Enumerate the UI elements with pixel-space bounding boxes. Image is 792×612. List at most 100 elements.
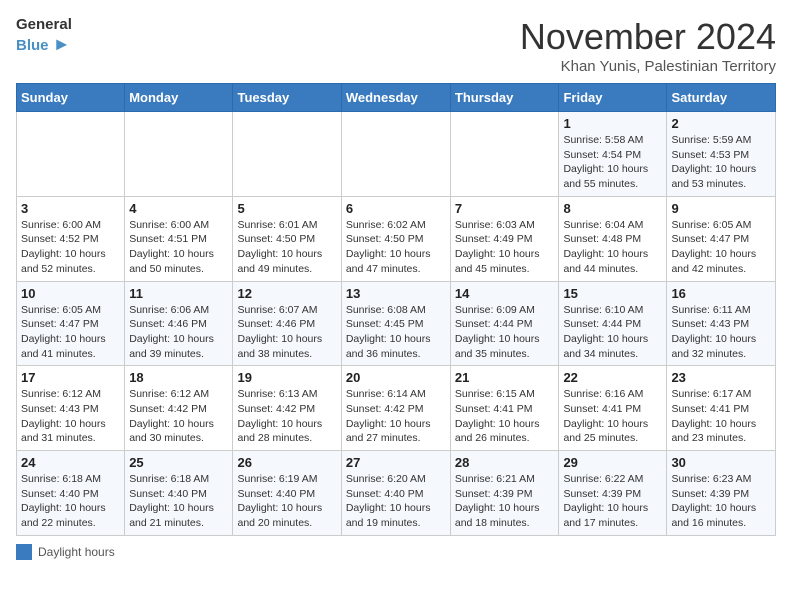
day-number: 5 [237,201,336,216]
day-cell: 8 Sunrise: 6:04 AMSunset: 4:48 PMDaylight… [559,196,667,281]
day-cell: 3 Sunrise: 6:00 AMSunset: 4:52 PMDaylight… [17,196,125,281]
header-cell-thursday: Thursday [450,84,559,112]
day-cell: 2 Sunrise: 5:59 AMSunset: 4:53 PMDaylight… [667,112,776,197]
day-number: 9 [671,201,771,216]
day-cell: 28 Sunrise: 6:21 AMSunset: 4:39 PMDayligh… [450,451,559,536]
day-info: Sunrise: 6:04 AMSunset: 4:48 PMDaylight:… [563,218,662,277]
day-number: 7 [455,201,555,216]
week-row-0: 1 Sunrise: 5:58 AMSunset: 4:54 PMDaylight… [17,112,776,197]
day-number: 27 [346,455,446,470]
day-info: Sunrise: 6:07 AMSunset: 4:46 PMDaylight:… [237,303,336,362]
day-cell [233,112,341,197]
day-number: 2 [671,116,771,131]
day-info: Sunrise: 6:23 AMSunset: 4:39 PMDaylight:… [671,472,771,531]
header-row: SundayMondayTuesdayWednesdayThursdayFrid… [17,84,776,112]
day-cell: 9 Sunrise: 6:05 AMSunset: 4:47 PMDaylight… [667,196,776,281]
day-cell: 1 Sunrise: 5:58 AMSunset: 4:54 PMDaylight… [559,112,667,197]
day-number: 13 [346,286,446,301]
day-cell: 26 Sunrise: 6:19 AMSunset: 4:40 PMDayligh… [233,451,341,536]
day-number: 29 [563,455,662,470]
day-cell: 19 Sunrise: 6:13 AMSunset: 4:42 PMDayligh… [233,366,341,451]
day-number: 28 [455,455,555,470]
day-info: Sunrise: 6:13 AMSunset: 4:42 PMDaylight:… [237,387,336,446]
day-number: 3 [21,201,120,216]
day-cell: 7 Sunrise: 6:03 AMSunset: 4:49 PMDaylight… [450,196,559,281]
day-cell: 27 Sunrise: 6:20 AMSunset: 4:40 PMDayligh… [341,451,450,536]
day-info: Sunrise: 6:00 AMSunset: 4:52 PMDaylight:… [21,218,120,277]
week-row-1: 3 Sunrise: 6:00 AMSunset: 4:52 PMDaylight… [17,196,776,281]
location-title: Khan Yunis, Palestinian Territory [520,58,776,75]
day-info: Sunrise: 6:12 AMSunset: 4:42 PMDaylight:… [129,387,228,446]
week-row-4: 24 Sunrise: 6:18 AMSunset: 4:40 PMDayligh… [17,451,776,536]
day-cell: 21 Sunrise: 6:15 AMSunset: 4:41 PMDayligh… [450,366,559,451]
day-cell: 10Sunrise: 6:05 AMSunset: 4:47 PMDayligh… [17,281,125,366]
day-cell: 25 Sunrise: 6:18 AMSunset: 4:40 PMDayligh… [125,451,233,536]
day-cell [17,112,125,197]
day-cell: 24 Sunrise: 6:18 AMSunset: 4:40 PMDayligh… [17,451,125,536]
day-info: Sunrise: 6:18 AMSunset: 4:40 PMDaylight:… [21,472,120,531]
day-info: Sunrise: 6:16 AMSunset: 4:41 PMDaylight:… [563,387,662,446]
day-info: Sunrise: 6:21 AMSunset: 4:39 PMDaylight:… [455,472,555,531]
day-number: 20 [346,370,446,385]
day-cell: 17 Sunrise: 6:12 AMSunset: 4:43 PMDayligh… [17,366,125,451]
day-info: Sunrise: 6:05 AMSunset: 4:47 PMDaylight:… [671,218,771,277]
day-cell: 18Sunrise: 6:12 AMSunset: 4:42 PMDayligh… [125,366,233,451]
day-cell: 5 Sunrise: 6:01 AMSunset: 4:50 PMDaylight… [233,196,341,281]
header-cell-saturday: Saturday [667,84,776,112]
day-number: 24 [21,455,120,470]
day-cell: 23Sunrise: 6:17 AMSunset: 4:41 PMDayligh… [667,366,776,451]
day-number: 25 [129,455,228,470]
day-info: Sunrise: 6:18 AMSunset: 4:40 PMDaylight:… [129,472,228,531]
day-number: 19 [237,370,336,385]
day-info: Sunrise: 6:14 AMSunset: 4:42 PMDaylight:… [346,387,446,446]
day-number: 17 [21,370,120,385]
day-cell: 20 Sunrise: 6:14 AMSunset: 4:42 PMDayligh… [341,366,450,451]
day-number: 14 [455,286,555,301]
month-title: November 2024 [520,16,776,58]
header-cell-friday: Friday [559,84,667,112]
day-info: Sunrise: 6:06 AMSunset: 4:46 PMDaylight:… [129,303,228,362]
legend-label: Daylight hours [38,545,115,559]
header-cell-tuesday: Tuesday [233,84,341,112]
day-number: 21 [455,370,555,385]
day-info: Sunrise: 6:08 AMSunset: 4:45 PMDaylight:… [346,303,446,362]
day-info: Sunrise: 5:58 AMSunset: 4:54 PMDaylight:… [563,133,662,192]
day-cell: 22 Sunrise: 6:16 AMSunset: 4:41 PMDayligh… [559,366,667,451]
title-area: November 2024 Khan Yunis, Palestinian Te… [520,16,776,75]
day-cell: 30 Sunrise: 6:23 AMSunset: 4:39 PMDayligh… [667,451,776,536]
day-info: Sunrise: 6:11 AMSunset: 4:43 PMDaylight:… [671,303,771,362]
day-cell: 11 Sunrise: 6:06 AMSunset: 4:46 PMDayligh… [125,281,233,366]
day-info: Sunrise: 6:01 AMSunset: 4:50 PMDaylight:… [237,218,336,277]
day-number: 6 [346,201,446,216]
day-cell: 12 Sunrise: 6:07 AMSunset: 4:46 PMDayligh… [233,281,341,366]
day-cell: 15 Sunrise: 6:10 AMSunset: 4:44 PMDayligh… [559,281,667,366]
day-cell [341,112,450,197]
header-cell-monday: Monday [125,84,233,112]
day-number: 1 [563,116,662,131]
day-number: 15 [563,286,662,301]
day-cell: 29Sunrise: 6:22 AMSunset: 4:39 PMDayligh… [559,451,667,536]
day-number: 12 [237,286,336,301]
day-number: 11 [129,286,228,301]
day-info: Sunrise: 6:02 AMSunset: 4:50 PMDaylight:… [346,218,446,277]
day-number: 22 [563,370,662,385]
day-number: 30 [671,455,771,470]
calendar-table: SundayMondayTuesdayWednesdayThursdayFrid… [16,83,776,536]
day-cell: 14Sunrise: 6:09 AMSunset: 4:44 PMDayligh… [450,281,559,366]
header-cell-wednesday: Wednesday [341,84,450,112]
day-number: 26 [237,455,336,470]
day-info: Sunrise: 6:03 AMSunset: 4:49 PMDaylight:… [455,218,555,277]
day-info: Sunrise: 5:59 AMSunset: 4:53 PMDaylight:… [671,133,771,192]
day-info: Sunrise: 6:12 AMSunset: 4:43 PMDaylight:… [21,387,120,446]
day-info: Sunrise: 6:15 AMSunset: 4:41 PMDaylight:… [455,387,555,446]
day-cell [125,112,233,197]
week-row-3: 17 Sunrise: 6:12 AMSunset: 4:43 PMDayligh… [17,366,776,451]
day-info: Sunrise: 6:20 AMSunset: 4:40 PMDaylight:… [346,472,446,531]
header: GeneralBlue ► November 2024 Khan Yunis, … [16,16,776,75]
week-row-2: 10Sunrise: 6:05 AMSunset: 4:47 PMDayligh… [17,281,776,366]
day-info: Sunrise: 6:10 AMSunset: 4:44 PMDaylight:… [563,303,662,362]
day-number: 10 [21,286,120,301]
day-info: Sunrise: 6:19 AMSunset: 4:40 PMDaylight:… [237,472,336,531]
day-number: 8 [563,201,662,216]
day-cell: 4Sunrise: 6:00 AMSunset: 4:51 PMDaylight… [125,196,233,281]
